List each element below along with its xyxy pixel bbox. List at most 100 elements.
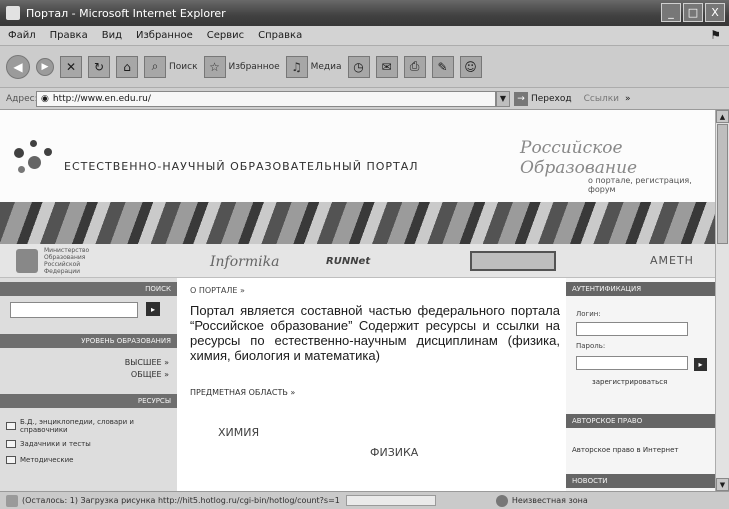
subject-chemistry-link[interactable]: ХИМИЯ: [218, 426, 259, 439]
resource-item-methodical[interactable]: Методические: [6, 456, 73, 464]
links-chevron-icon[interactable]: »: [625, 94, 631, 104]
password-input[interactable]: [576, 356, 688, 370]
internet-globe-icon: [495, 494, 508, 507]
breadcrumb[interactable]: О ПОРТАЛЕ »: [190, 286, 245, 295]
mail-icon[interactable]: ✉: [375, 55, 398, 78]
search-heading: ПОИСК: [0, 282, 177, 296]
forward-arrow-icon[interactable]: ▶: [36, 57, 54, 76]
address-input[interactable]: ◉ http://www.en.edu.ru/: [36, 90, 496, 107]
register-link[interactable]: зарегистрироваться: [592, 378, 667, 386]
stop-icon[interactable]: ✕: [60, 55, 82, 78]
header-banner-image: [0, 202, 715, 244]
scroll-thumb[interactable]: [717, 124, 728, 244]
print-icon[interactable]: ⎙: [403, 55, 426, 78]
subject-physics-link[interactable]: ФИЗИКА: [370, 446, 418, 459]
menu-tools[interactable]: Сервис: [207, 30, 244, 41]
login-label: Логин:: [576, 310, 601, 318]
copyright-heading: АВТОРСКОЕ ПРАВО: [566, 414, 715, 428]
star-icon: ☆: [203, 55, 226, 78]
coat-of-arms-icon[interactable]: [16, 249, 38, 273]
menu-favorites[interactable]: Избранное: [136, 30, 193, 41]
status-text: (Осталось: 1) Загрузка рисунка http://hi…: [22, 496, 340, 505]
search-icon: ⌕: [144, 55, 166, 78]
resource-item-label: Методические: [20, 456, 74, 464]
copyright-link[interactable]: Авторское право в Интернет: [572, 446, 679, 454]
ie-icon: [6, 6, 20, 20]
media-button-label: Медиа: [310, 61, 342, 72]
browser-toolbar: ◀ ▶ ✕ ↻ ⌂ ⌕ Поиск ☆ Избранное ♫ Медиа ◷ …: [0, 46, 729, 88]
site-header: ЕСТЕСТВЕННО-НАУЧНЫЙ ОБРАЗОВАТЕЛЬНЫЙ ПОРТ…: [0, 110, 715, 202]
media-icon: ♫: [285, 55, 308, 78]
folder-icon: [6, 440, 16, 448]
windows-flag-icon: ⚑: [710, 28, 721, 42]
menu-help[interactable]: Справка: [258, 30, 302, 41]
scroll-down-arrow-icon[interactable]: ▼: [716, 478, 729, 491]
folder-icon: [6, 422, 16, 430]
favorites-button-label: Избранное: [228, 61, 280, 72]
window-titlebar: Портал - Microsoft Internet Explorer _ □…: [0, 0, 729, 26]
informika-logo[interactable]: Informika: [210, 254, 279, 270]
maximize-button[interactable]: □: [683, 3, 703, 22]
resource-item-label: Б.Д., энциклопедии, словари и справочник…: [20, 418, 134, 434]
subject-area-link[interactable]: ПРЕДМЕТНАЯ ОБЛАСТЬ »: [190, 388, 295, 397]
address-label: Адрес:: [6, 93, 38, 104]
go-button-label: Переход: [531, 93, 572, 104]
back-arrow-icon[interactable]: ◀: [6, 54, 30, 79]
window-controls: _ □ X: [661, 3, 725, 22]
ametn-logo[interactable]: АМЕТН: [650, 254, 694, 267]
home-icon[interactable]: ⌂: [116, 55, 138, 78]
ministry-link[interactable]: Министерство Образования Российской Феде…: [44, 247, 108, 275]
right-sidebar: АУТЕНТИФИКАЦИЯ Логин: Пароль: ▸ зарегист…: [566, 278, 715, 491]
page-loading-icon: [6, 494, 18, 507]
portal-logo[interactable]: [14, 140, 58, 180]
partner-plaque-logo[interactable]: [470, 251, 556, 271]
resource-item-encyclopedias[interactable]: Б.Д., энциклопедии, словари и справочник…: [6, 418, 150, 434]
menu-file[interactable]: Файл: [8, 30, 36, 41]
security-zone: Неизвестная зона: [495, 494, 588, 507]
media-button[interactable]: ♫ Медиа: [285, 55, 342, 78]
russian-education-logo[interactable]: Российское Образование: [520, 138, 715, 178]
close-button[interactable]: X: [705, 3, 725, 22]
search-button[interactable]: ⌕ Поиск: [144, 55, 198, 78]
window-title: Портал - Microsoft Internet Explorer: [26, 6, 226, 20]
education-level-heading: УРОВЕНЬ ОБРАЗОВАНИЯ: [0, 334, 177, 348]
resource-item-tests[interactable]: Задачники и тесты: [6, 440, 91, 448]
edit-icon[interactable]: ✎: [431, 55, 454, 78]
go-arrow-icon: →: [514, 91, 528, 106]
messenger-icon[interactable]: ☺: [459, 55, 482, 78]
status-bar: (Осталось: 1) Загрузка рисунка http://hi…: [0, 491, 729, 509]
menu-view[interactable]: Вид: [102, 30, 122, 41]
zone-label: Неизвестная зона: [511, 496, 588, 505]
left-sidebar: ПОИСК ▸ УРОВЕНЬ ОБРАЗОВАНИЯ ВЫСШЕЕ » ОБЩ…: [0, 278, 177, 491]
page-icon: ◉: [41, 93, 49, 104]
address-dropdown-icon[interactable]: ▼: [496, 90, 510, 107]
menu-bar: Файл Правка Вид Избранное Сервис Справка…: [0, 26, 729, 46]
links-label[interactable]: Ссылки: [584, 94, 619, 104]
password-label: Пароль:: [576, 342, 606, 350]
level-higher-link[interactable]: ВЫСШЕЕ »: [125, 358, 169, 367]
scroll-up-arrow-icon[interactable]: ▲: [716, 110, 729, 123]
portal-description: Портал является составной частью федерал…: [190, 303, 560, 363]
news-heading: НОВОСТИ: [566, 474, 715, 488]
minimize-button[interactable]: _: [661, 3, 681, 22]
site-title: ЕСТЕСТВЕННО-НАУЧНЫЙ ОБРАЗОВАТЕЛЬНЫЙ ПОРТ…: [64, 160, 419, 173]
search-button-label: Поиск: [169, 61, 198, 72]
vertical-scrollbar[interactable]: ▲ ▼: [715, 110, 729, 491]
folder-icon: [6, 456, 16, 464]
partners-strip: Министерство Образования Российской Феде…: [0, 244, 715, 278]
loading-progress-bar: [345, 495, 436, 506]
page-viewport: ЕСТЕСТВЕННО-НАУЧНЫЙ ОБРАЗОВАТЕЛЬНЫЙ ПОРТ…: [0, 110, 729, 491]
go-button[interactable]: → Переход: [514, 91, 572, 106]
history-icon[interactable]: ◷: [347, 55, 370, 78]
refresh-icon[interactable]: ↻: [88, 55, 110, 78]
login-input[interactable]: [576, 322, 688, 336]
site-search-button[interactable]: ▸: [146, 302, 160, 316]
site-search-input[interactable]: [10, 302, 138, 318]
menu-edit[interactable]: Правка: [50, 30, 88, 41]
level-general-link[interactable]: ОБЩЕЕ »: [131, 370, 169, 379]
auth-heading: АУТЕНТИФИКАЦИЯ: [566, 282, 715, 296]
runnet-logo[interactable]: RUNNet: [326, 256, 370, 267]
login-submit-button[interactable]: ▸: [694, 358, 707, 371]
about-portal-link[interactable]: о портале, регистрация, форум: [588, 176, 715, 194]
favorites-button[interactable]: ☆ Избранное: [203, 55, 280, 78]
